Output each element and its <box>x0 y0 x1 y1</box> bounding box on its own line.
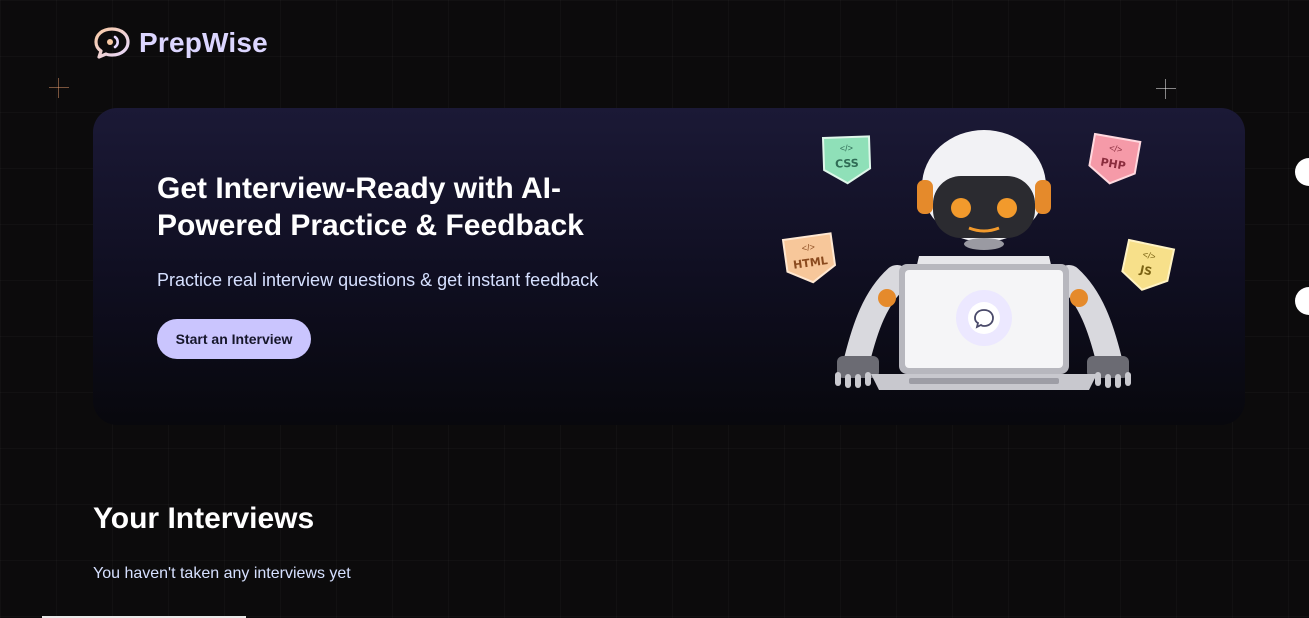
html-badge: </> HTML <box>781 232 837 284</box>
brand-name: PrepWise <box>139 27 268 58</box>
hero-subtitle: Practice real interview questions & get … <box>157 270 599 290</box>
code-icon: </> <box>801 242 815 254</box>
sparkle-decoration <box>1156 79 1176 99</box>
your-interviews-title: Your Interviews <box>93 502 315 535</box>
edge-scroll-indicator[interactable] <box>1295 287 1309 315</box>
robot-illustration: </> CSS </> PHP </> HTML </> JS <box>781 130 1176 390</box>
chat-bubble-icon <box>94 27 130 59</box>
badge-label: CSS <box>835 157 859 171</box>
php-badge: </> PHP <box>1088 132 1142 185</box>
sparkle-decoration <box>49 78 69 98</box>
start-interview-button[interactable]: Start an Interview <box>157 319 311 359</box>
js-badge: </> JS <box>1121 238 1176 291</box>
badge-label: JS <box>1138 263 1154 278</box>
laptop <box>871 264 1097 390</box>
brand-logo[interactable]: PrepWise <box>93 26 268 60</box>
robot-head <box>917 130 1051 250</box>
empty-interviews-message: You haven't taken any interviews yet <box>93 565 351 582</box>
hero-banner: Get Interview-Ready with AI-Powered Prac… <box>93 108 1245 425</box>
edge-scroll-indicator[interactable] <box>1295 158 1309 186</box>
hero-title: Get Interview-Ready with AI-Powered Prac… <box>157 172 584 242</box>
css-badge: </> CSS <box>821 135 872 185</box>
code-icon: </> <box>840 143 853 153</box>
